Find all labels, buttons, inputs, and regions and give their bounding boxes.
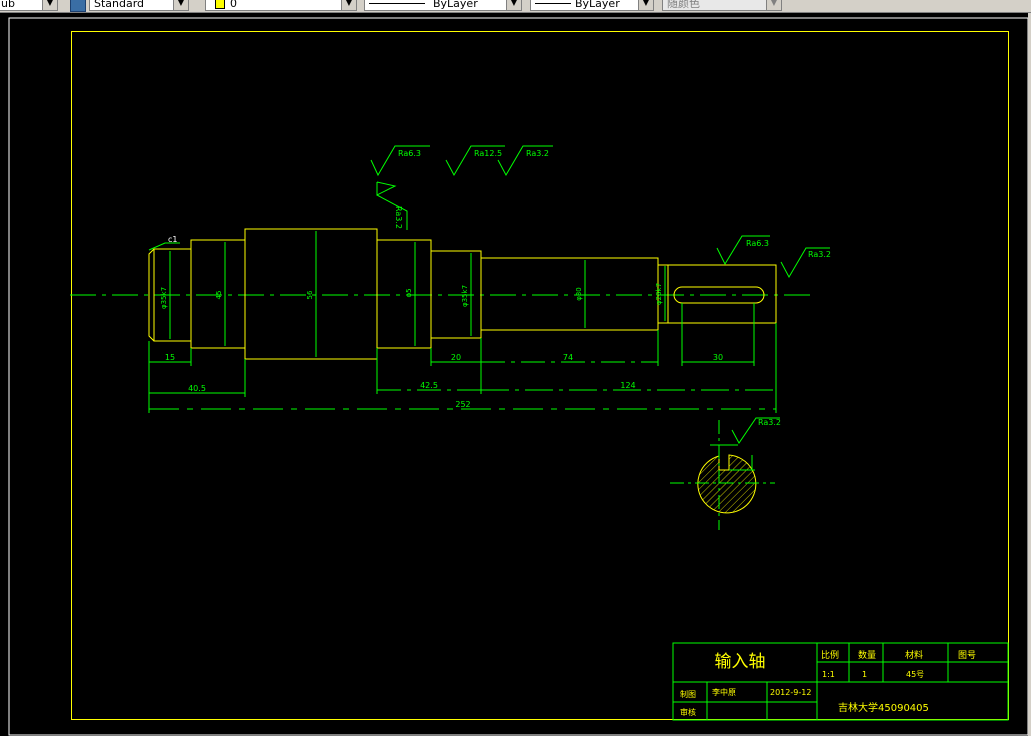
school-name: 吉林大学45090405 [838,701,929,714]
ra-section: Ra3.2 [758,418,781,427]
material-value: 45号 [906,670,924,679]
properties-toolbar: ub ▼ Standard ▼ 0 ▼ ByLayer ▼ ByLayer ▼ … [0,0,1031,13]
sheet-border [8,17,1028,736]
section-view [670,420,775,530]
plot-style-value: 随颜色 [667,0,700,10]
length-dims [148,303,777,413]
lineweight-value: ByLayer [575,0,620,10]
len-label-74: 74 [563,353,573,362]
len-label-252: 252 [455,400,470,409]
scale-label: 比例 [821,649,839,661]
dia-label-5: φ35k7 [461,285,469,307]
linetype-swatch [369,3,425,4]
ra-top-mid: Ra12.5 [474,149,502,158]
drawn-by-label: 制图 [680,689,696,699]
title-block-text: 输入轴 比例 数量 材料 图号 1:1 1 45号 制图 李中原 2012-9-… [680,649,976,717]
len-label-15: 15 [165,353,175,362]
roughness-labels: Ra6.3 Ra12.5 Ra3.2 Ra3.2 Ra6.3 Ra3.2 Ra3… [394,149,831,427]
dia-label-1: φ35k7 [160,287,168,309]
drawing-canvas[interactable]: φ35k7 45 56 φ5 φ35k7 φ30 φ28k7 c1 15 20 … [0,13,1028,736]
plot-style-combo: 随颜色 ▼ [662,0,782,11]
chevron-down-icon: ▼ [766,0,781,10]
lineweight-swatch [535,3,571,4]
linetype-value: ByLayer [433,0,478,10]
chevron-down-icon[interactable]: ▼ [506,0,521,10]
dia-label-3: 56 [306,290,314,299]
drawing-no-label: 图号 [958,650,976,661]
len-label-40-5: 40.5 [188,384,206,393]
ra-vertical: Ra3.2 [394,206,403,229]
chamfer-label: c1 [168,235,178,244]
part-name: 输入轴 [715,652,766,672]
chevron-down-icon[interactable]: ▼ [341,0,356,10]
len-label-42-5: 42.5 [420,381,438,390]
len-label-20: 20 [451,353,461,362]
len-label-124: 124 [620,381,635,390]
material-label: 材料 [905,649,923,661]
layer-combo[interactable]: 0 ▼ [205,0,357,11]
dia-label-4: φ5 [405,288,413,297]
drawing-frame [71,31,1009,720]
drawer-name: 李中原 [712,687,736,697]
length-labels: 15 20 74 30 40.5 42.5 124 252 [165,353,723,409]
chevron-down-icon[interactable]: ▼ [638,0,653,10]
layer-color-icon [215,0,225,9]
qty-label: 数量 [858,649,876,661]
ra-top-right: Ra3.2 [526,149,549,158]
text-style-combo[interactable]: Standard ▼ [89,0,189,11]
dia-label-6: φ30 [575,287,583,301]
len-label-30: 30 [713,353,723,362]
ra-top-left: Ra6.3 [398,149,421,158]
dia-label-7: φ28k7 [655,283,663,305]
ra-keyway-left: Ra6.3 [746,239,769,248]
linetype-combo[interactable]: ByLayer ▼ [364,0,522,11]
drawn-date: 2012-9-12 [770,688,811,697]
ra-keyway-right: Ra3.2 [808,250,831,259]
dim-style-value: ub [1,0,15,10]
layer-value: 0 [230,0,237,10]
dia-label-2: 45 [215,291,223,300]
diameter-labels: φ35k7 45 56 φ5 φ35k7 φ30 φ28k7 [160,283,663,309]
lineweight-combo[interactable]: ByLayer ▼ [530,0,654,11]
text-style-value: Standard [94,0,145,10]
chevron-down-icon[interactable]: ▼ [173,0,188,10]
text-style-icon[interactable] [70,0,86,12]
qty-value: 1 [862,670,867,679]
chevron-down-icon[interactable]: ▼ [42,0,57,10]
scale-value: 1:1 [822,670,835,679]
checked-label: 审核 [680,707,696,717]
diameter-dims [169,231,666,357]
dim-style-combo[interactable]: ub ▼ [0,0,58,11]
